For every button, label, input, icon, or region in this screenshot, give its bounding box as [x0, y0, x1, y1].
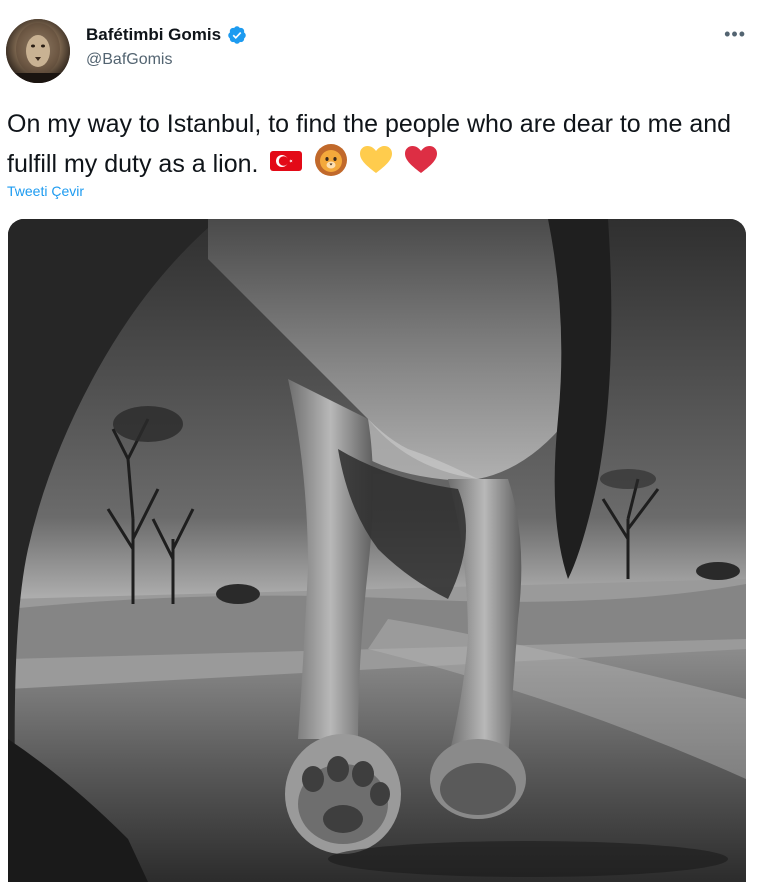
tweet-card: Bafétimbi Gomis @BafGomis ••• On my way …	[0, 0, 770, 882]
author-handle[interactable]: @BafGomis	[86, 51, 247, 69]
translate-tweet-link[interactable]: Tweeti Çevir	[7, 183, 84, 199]
author-name[interactable]: Bafétimbi Gomis	[86, 25, 221, 45]
tweet-media-image[interactable]	[8, 219, 746, 882]
name-row: Bafétimbi Gomis	[86, 25, 247, 45]
author-block: Bafétimbi Gomis @BafGomis	[86, 25, 247, 69]
red-heart-emoji-icon	[404, 145, 438, 186]
lion-avatar-image	[6, 19, 70, 83]
avatar[interactable]	[6, 19, 70, 83]
lion-walking-photo	[8, 219, 746, 882]
lion-face-emoji-icon	[314, 143, 348, 188]
turkey-flag-emoji-icon	[269, 147, 303, 184]
yellow-heart-emoji-icon	[359, 145, 393, 186]
tweet-text: On my way to Istanbul, to find the peopl…	[7, 106, 747, 188]
more-options-icon[interactable]: •••	[724, 24, 746, 45]
verified-badge-icon	[227, 25, 247, 45]
